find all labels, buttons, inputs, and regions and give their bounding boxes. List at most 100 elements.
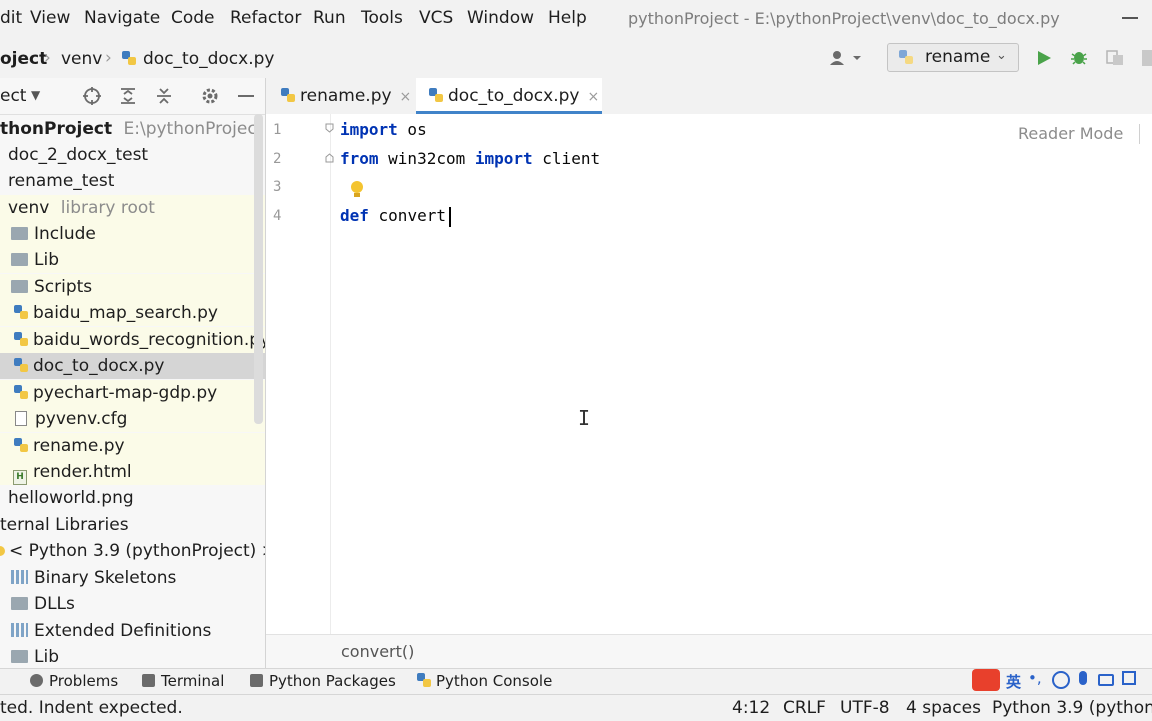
close-icon[interactable]: ×: [587, 89, 599, 105]
code-keyword: def: [340, 206, 369, 225]
chevron-right-icon: ›: [105, 48, 112, 68]
lightbulb-icon[interactable]: [348, 180, 366, 200]
emoji-icon[interactable]: [1052, 671, 1070, 689]
menu-run[interactable]: Run: [313, 8, 346, 28]
line-separator[interactable]: CRLF: [783, 698, 826, 718]
chevron-right-icon: ›: [44, 48, 51, 68]
file-encoding[interactable]: UTF-8: [840, 698, 890, 718]
user-dropdown-icon[interactable]: [829, 50, 863, 66]
debug-icon[interactable]: [1070, 48, 1088, 66]
tree-item-helloworld-png[interactable]: helloworld.png: [0, 485, 265, 511]
tool-label: Problems: [49, 672, 119, 690]
menu-edit[interactable]: dit: [0, 8, 22, 28]
tree-item-rename-py[interactable]: rename.py: [0, 433, 265, 459]
tab-label: doc_to_docx.py: [448, 86, 580, 106]
tree-scrollbar[interactable]: [254, 114, 263, 424]
tree-item-render-html[interactable]: Hrender.html: [0, 459, 265, 485]
editor-tab-bar: rename.py × doc_to_docx.py ×: [266, 78, 1152, 115]
menu-tools[interactable]: Tools: [361, 8, 403, 28]
menu-window[interactable]: Window: [467, 8, 534, 28]
python-console-button[interactable]: Python Console: [416, 672, 552, 690]
run-icon[interactable]: [1036, 50, 1052, 66]
tree-item-external-libraries[interactable]: ternal Libraries: [0, 512, 265, 538]
terminal-button[interactable]: Terminal: [142, 672, 224, 690]
tree-item-rename-test[interactable]: rename_test: [0, 168, 265, 194]
library-icon: [11, 623, 28, 637]
code-line-2: from win32com import client: [340, 149, 600, 168]
python-file-icon: [899, 50, 913, 64]
expand-all-icon[interactable]: [118, 86, 138, 106]
tree-item-scripts[interactable]: Scripts: [0, 274, 265, 300]
menu-view[interactable]: View: [30, 8, 70, 28]
tree-item-include[interactable]: Include: [0, 221, 265, 247]
indent-setting[interactable]: 4 spaces: [906, 698, 981, 718]
tree-item-label: ternal Libraries: [0, 515, 129, 535]
menu-vcs[interactable]: VCS: [419, 8, 453, 28]
reader-mode-button[interactable]: Reader Mode: [1018, 124, 1123, 143]
problems-button[interactable]: Problems: [30, 672, 118, 690]
chevron-down-icon[interactable]: ▼: [31, 88, 40, 102]
menu-refactor[interactable]: Refactor: [230, 8, 301, 28]
python-file-icon: [14, 358, 28, 372]
python-packages-button[interactable]: Python Packages: [250, 672, 396, 690]
navigation-bar: oject › venv › doc_to_docx.py rename ⌄: [0, 38, 1152, 79]
crumb-venv[interactable]: venv: [61, 49, 102, 69]
tree-item-label: Lib: [34, 250, 59, 270]
crumb-file[interactable]: doc_to_docx.py: [143, 49, 274, 69]
tree-item-label: Scripts: [34, 277, 93, 297]
ime-language-indicator[interactable]: 英: [1006, 671, 1021, 692]
fold-marker-icon[interactable]: [324, 122, 336, 164]
tree-item-dlls[interactable]: DLLs: [0, 591, 265, 617]
minimize-icon[interactable]: [1122, 17, 1138, 19]
tree-item-lib[interactable]: Lib: [0, 247, 265, 273]
tool-label: Python Console: [436, 672, 553, 690]
tree-item-doc-2-docx-test[interactable]: doc_2_docx_test: [0, 142, 265, 168]
hide-panel-icon[interactable]: [238, 95, 254, 97]
function-breadcrumb[interactable]: convert(): [341, 642, 414, 661]
tree-item-venv[interactable]: venv library root: [0, 195, 265, 221]
close-icon[interactable]: ×: [400, 89, 412, 105]
run-configuration-select[interactable]: rename ⌄: [887, 43, 1019, 72]
python-file-icon: [14, 385, 28, 399]
folder-icon: [11, 280, 28, 293]
coverage-icon[interactable]: [1106, 50, 1124, 66]
line-number: 2: [273, 151, 282, 167]
code-editor[interactable]: 1 2 3 4 import os from win32com import c…: [266, 114, 1152, 634]
keyboard-icon[interactable]: [1098, 674, 1114, 686]
skin-icon[interactable]: [1122, 671, 1136, 685]
tree-item-pyechart-map-gdp[interactable]: pyechart-map-gdp.py: [0, 380, 265, 406]
tab-rename-py[interactable]: rename.py ×: [278, 78, 414, 114]
tree-item-doc-to-docx[interactable]: doc_to_docx.py: [0, 353, 265, 379]
tree-item-baidu-map-search[interactable]: baidu_map_search.py: [0, 300, 265, 326]
tree-item-project-root[interactable]: thonProject E:\pythonProject: [0, 116, 265, 142]
problems-icon: [30, 674, 43, 687]
menu-bar: dit View Navigate Code Refactor Run Tool…: [0, 0, 1152, 38]
locate-icon[interactable]: [82, 86, 102, 106]
tree-item-baidu-words-recognition[interactable]: baidu_words_recognition.py: [0, 327, 265, 353]
menu-help[interactable]: Help: [548, 8, 587, 28]
caret-position[interactable]: 4:12: [732, 698, 770, 718]
punctuation-icon[interactable]: •,: [1028, 669, 1042, 687]
tree-item-python-sdk[interactable]: < Python 3.9 (pythonProject) >: [0, 538, 265, 564]
tree-item-lib-2[interactable]: Lib: [0, 644, 265, 668]
tree-item-label: venv: [8, 198, 50, 218]
window-title: pythonProject - E:\pythonProject\venv\do…: [628, 9, 1060, 28]
tree-item-pyvenv-cfg[interactable]: pyvenv.cfg: [0, 406, 265, 432]
tree-item-extended-definitions[interactable]: Extended Definitions: [0, 618, 265, 644]
python-interpreter[interactable]: Python 3.9 (pythonP: [992, 698, 1152, 718]
tab-doc-to-docx[interactable]: doc_to_docx.py ×: [416, 78, 602, 114]
tree-item-label: Include: [34, 224, 96, 244]
crumb-project[interactable]: oject: [0, 49, 47, 69]
collapse-all-icon[interactable]: [154, 86, 174, 106]
code-text: os: [397, 120, 427, 139]
tree-item-binary-skeletons[interactable]: Binary Skeletons: [0, 565, 265, 591]
project-view-select[interactable]: ect: [0, 86, 26, 106]
microphone-icon[interactable]: [1079, 671, 1087, 685]
code-line-4: def convert: [340, 206, 446, 225]
menu-code[interactable]: Code: [171, 8, 215, 28]
gear-icon[interactable]: [200, 86, 220, 106]
menu-navigate[interactable]: Navigate: [84, 8, 160, 28]
python-file-icon: [14, 332, 28, 346]
sogou-logo-icon[interactable]: [972, 669, 1000, 691]
stop-icon[interactable]: [1142, 50, 1152, 66]
